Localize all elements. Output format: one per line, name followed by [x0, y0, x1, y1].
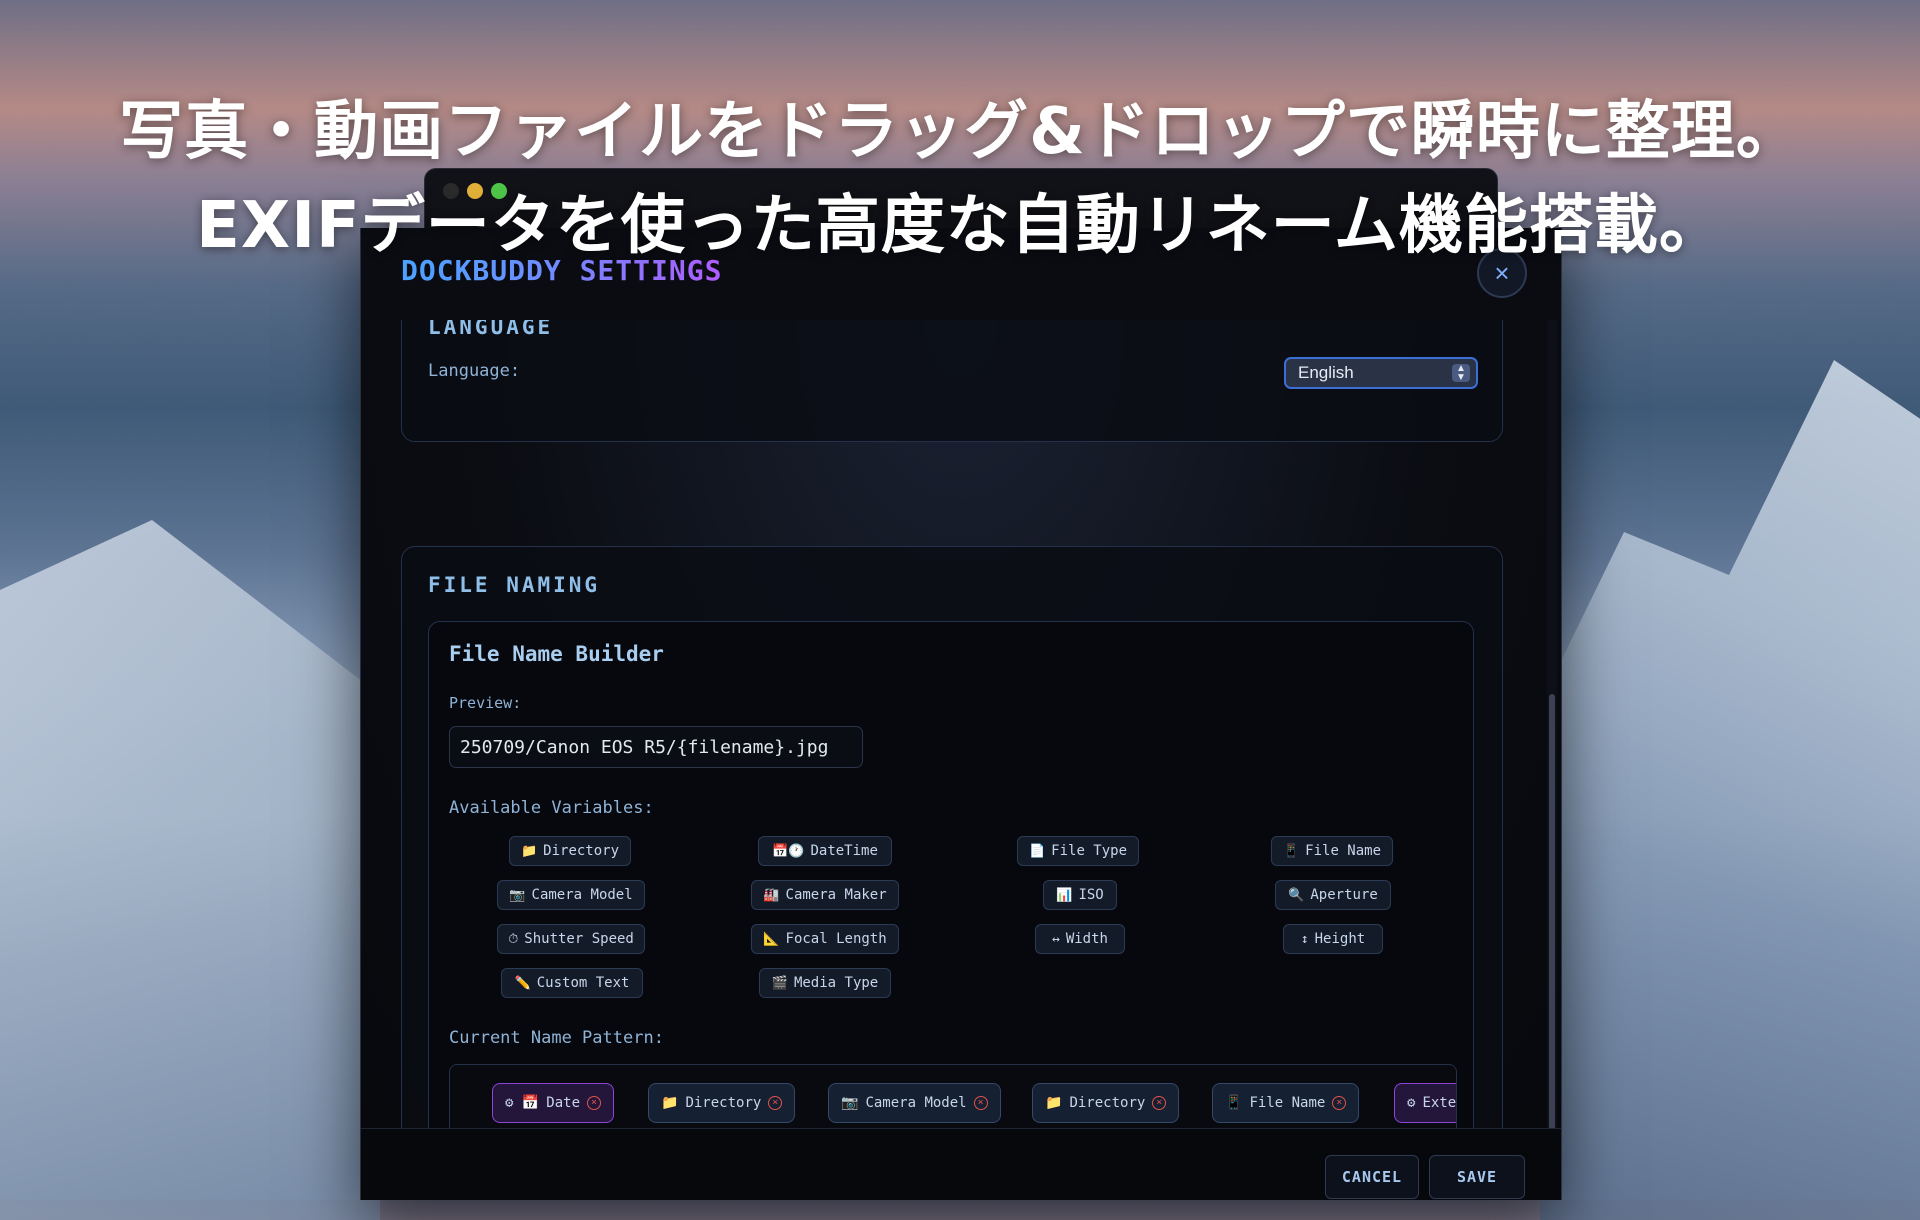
variable-chip-width[interactable]: ↔ Width: [1035, 924, 1125, 954]
variable-chip-iso[interactable]: 📊 ISO: [1043, 880, 1117, 910]
variable-chip-height[interactable]: ↕ Height: [1283, 924, 1383, 954]
variable-chip-camera-model[interactable]: 📷 Camera Model: [497, 880, 645, 910]
pattern-chip-extension[interactable]: ⚙ Exte: [1394, 1083, 1456, 1123]
calendar-clock-icon: 📅🕐: [772, 843, 805, 859]
current-pattern-label: Current Name Pattern:: [449, 1028, 664, 1048]
pattern-chip-directory[interactable]: 📁 Directory ×: [1032, 1083, 1180, 1123]
remove-icon[interactable]: ×: [1152, 1096, 1167, 1110]
variable-chip-aperture[interactable]: 🔍 Aperture: [1275, 880, 1391, 910]
language-select[interactable]: English ▲ ▼: [1284, 357, 1478, 389]
magnifier-icon: 🔍: [1288, 887, 1305, 903]
save-button[interactable]: SAVE: [1429, 1155, 1525, 1199]
file-naming-section: FILE NAMING File Name Builder Preview: 2…: [401, 546, 1503, 1128]
timer-icon: ⏱: [508, 931, 519, 947]
variable-chip-file-type[interactable]: 📄 File Type: [1017, 836, 1139, 866]
language-section-title: LANGUAGE: [428, 320, 554, 339]
variable-chip-shutter-speed[interactable]: ⏱ Shutter Speed: [497, 924, 645, 954]
pattern-chip-camera-model[interactable]: 📷 Camera Model ×: [828, 1083, 1001, 1123]
headline-line-1: 写真・動画ファイルをドラッグ&ドロップで瞬時に整理。: [119, 95, 1801, 169]
remove-icon[interactable]: ×: [973, 1096, 988, 1110]
builder-title: File Name Builder: [449, 642, 664, 666]
pattern-chip-directory[interactable]: 📁 Directory ×: [648, 1083, 796, 1123]
remove-icon[interactable]: ×: [1332, 1096, 1347, 1110]
folder-icon: 📁: [520, 843, 538, 859]
headline-line-2: EXIFデータを使った高度な自動リネーム機能搭載。: [196, 189, 1724, 263]
variable-chip-custom-text[interactable]: ✏️ Custom Text: [501, 968, 643, 998]
language-section: LANGUAGE Language: English ▲ ▼: [401, 320, 1503, 442]
preview-label: Preview:: [449, 694, 522, 712]
gear-icon: ⚙: [1407, 1095, 1416, 1111]
mountain-right: [1540, 360, 1920, 1220]
variable-chip-file-name[interactable]: 📱 File Name: [1271, 836, 1393, 866]
horizontal-arrows-icon: ↔: [1052, 931, 1060, 947]
chart-icon: 📊: [1056, 887, 1073, 903]
language-label: Language:: [428, 361, 521, 381]
folder-icon: 📁: [661, 1095, 679, 1111]
clapperboard-icon: 🎬: [771, 975, 788, 991]
gear-calendar-icon: ⚙ 📅: [505, 1095, 540, 1111]
pattern-chip-date[interactable]: ⚙ 📅 Date ×: [492, 1083, 615, 1123]
variable-chip-datetime[interactable]: 📅🕐 DateTime: [758, 836, 892, 866]
vertical-arrows-icon: ↕: [1300, 931, 1309, 947]
variable-chip-camera-maker[interactable]: 🏭 Camera Maker: [751, 880, 899, 910]
phone-icon: 📱: [1282, 843, 1300, 859]
name-pattern-track[interactable]: ⚙ 📅 Date × 📁 Directory × 📷 Camera Model × 📁 Dir…: [449, 1064, 1457, 1128]
settings-scroll-area[interactable]: LANGUAGE Language: English ▲ ▼ FILE NAMIN…: [361, 320, 1561, 1128]
file-name-builder: File Name Builder Preview: 250709/Canon …: [428, 621, 1474, 1128]
scrollbar[interactable]: [1547, 320, 1557, 1200]
triangle-ruler-icon: 📐: [763, 931, 780, 947]
settings-dialog: DOCKBUDDY SETTINGS × LANGUAGE Language: …: [360, 228, 1562, 1200]
phone-icon: 📱: [1225, 1095, 1243, 1111]
variable-chip-focal-length[interactable]: 📐 Focal Length: [751, 924, 899, 954]
factory-icon: 🏭: [763, 887, 780, 903]
remove-icon[interactable]: ×: [768, 1096, 783, 1110]
folder-icon: 📁: [1045, 1095, 1063, 1111]
file-naming-section-title: FILE NAMING: [428, 573, 601, 597]
pattern-chip-file-name[interactable]: 📱 File Name ×: [1212, 1083, 1360, 1123]
document-icon: 📄: [1028, 843, 1046, 859]
select-chevron-icon: ▲ ▼: [1452, 364, 1470, 383]
camera-icon: 📷: [509, 887, 526, 903]
scrollbar-thumb[interactable]: [1549, 694, 1555, 1200]
available-variables-label: Available Variables:: [449, 798, 654, 818]
pencil-icon: ✏️: [514, 975, 531, 991]
dialog-footer: CANCEL SAVE: [361, 1128, 1561, 1200]
camera-icon: 📷: [841, 1095, 859, 1111]
preview-field: 250709/Canon EOS R5/{filename}.jpg: [449, 726, 863, 768]
variable-chip-media-type[interactable]: 🎬 Media Type: [759, 968, 891, 998]
variable-chip-directory[interactable]: 📁 Directory: [509, 836, 631, 866]
cancel-button[interactable]: CANCEL: [1325, 1155, 1419, 1199]
remove-icon[interactable]: ×: [587, 1096, 602, 1110]
mountain-left: [0, 520, 380, 1220]
language-select-value: English: [1298, 363, 1354, 382]
